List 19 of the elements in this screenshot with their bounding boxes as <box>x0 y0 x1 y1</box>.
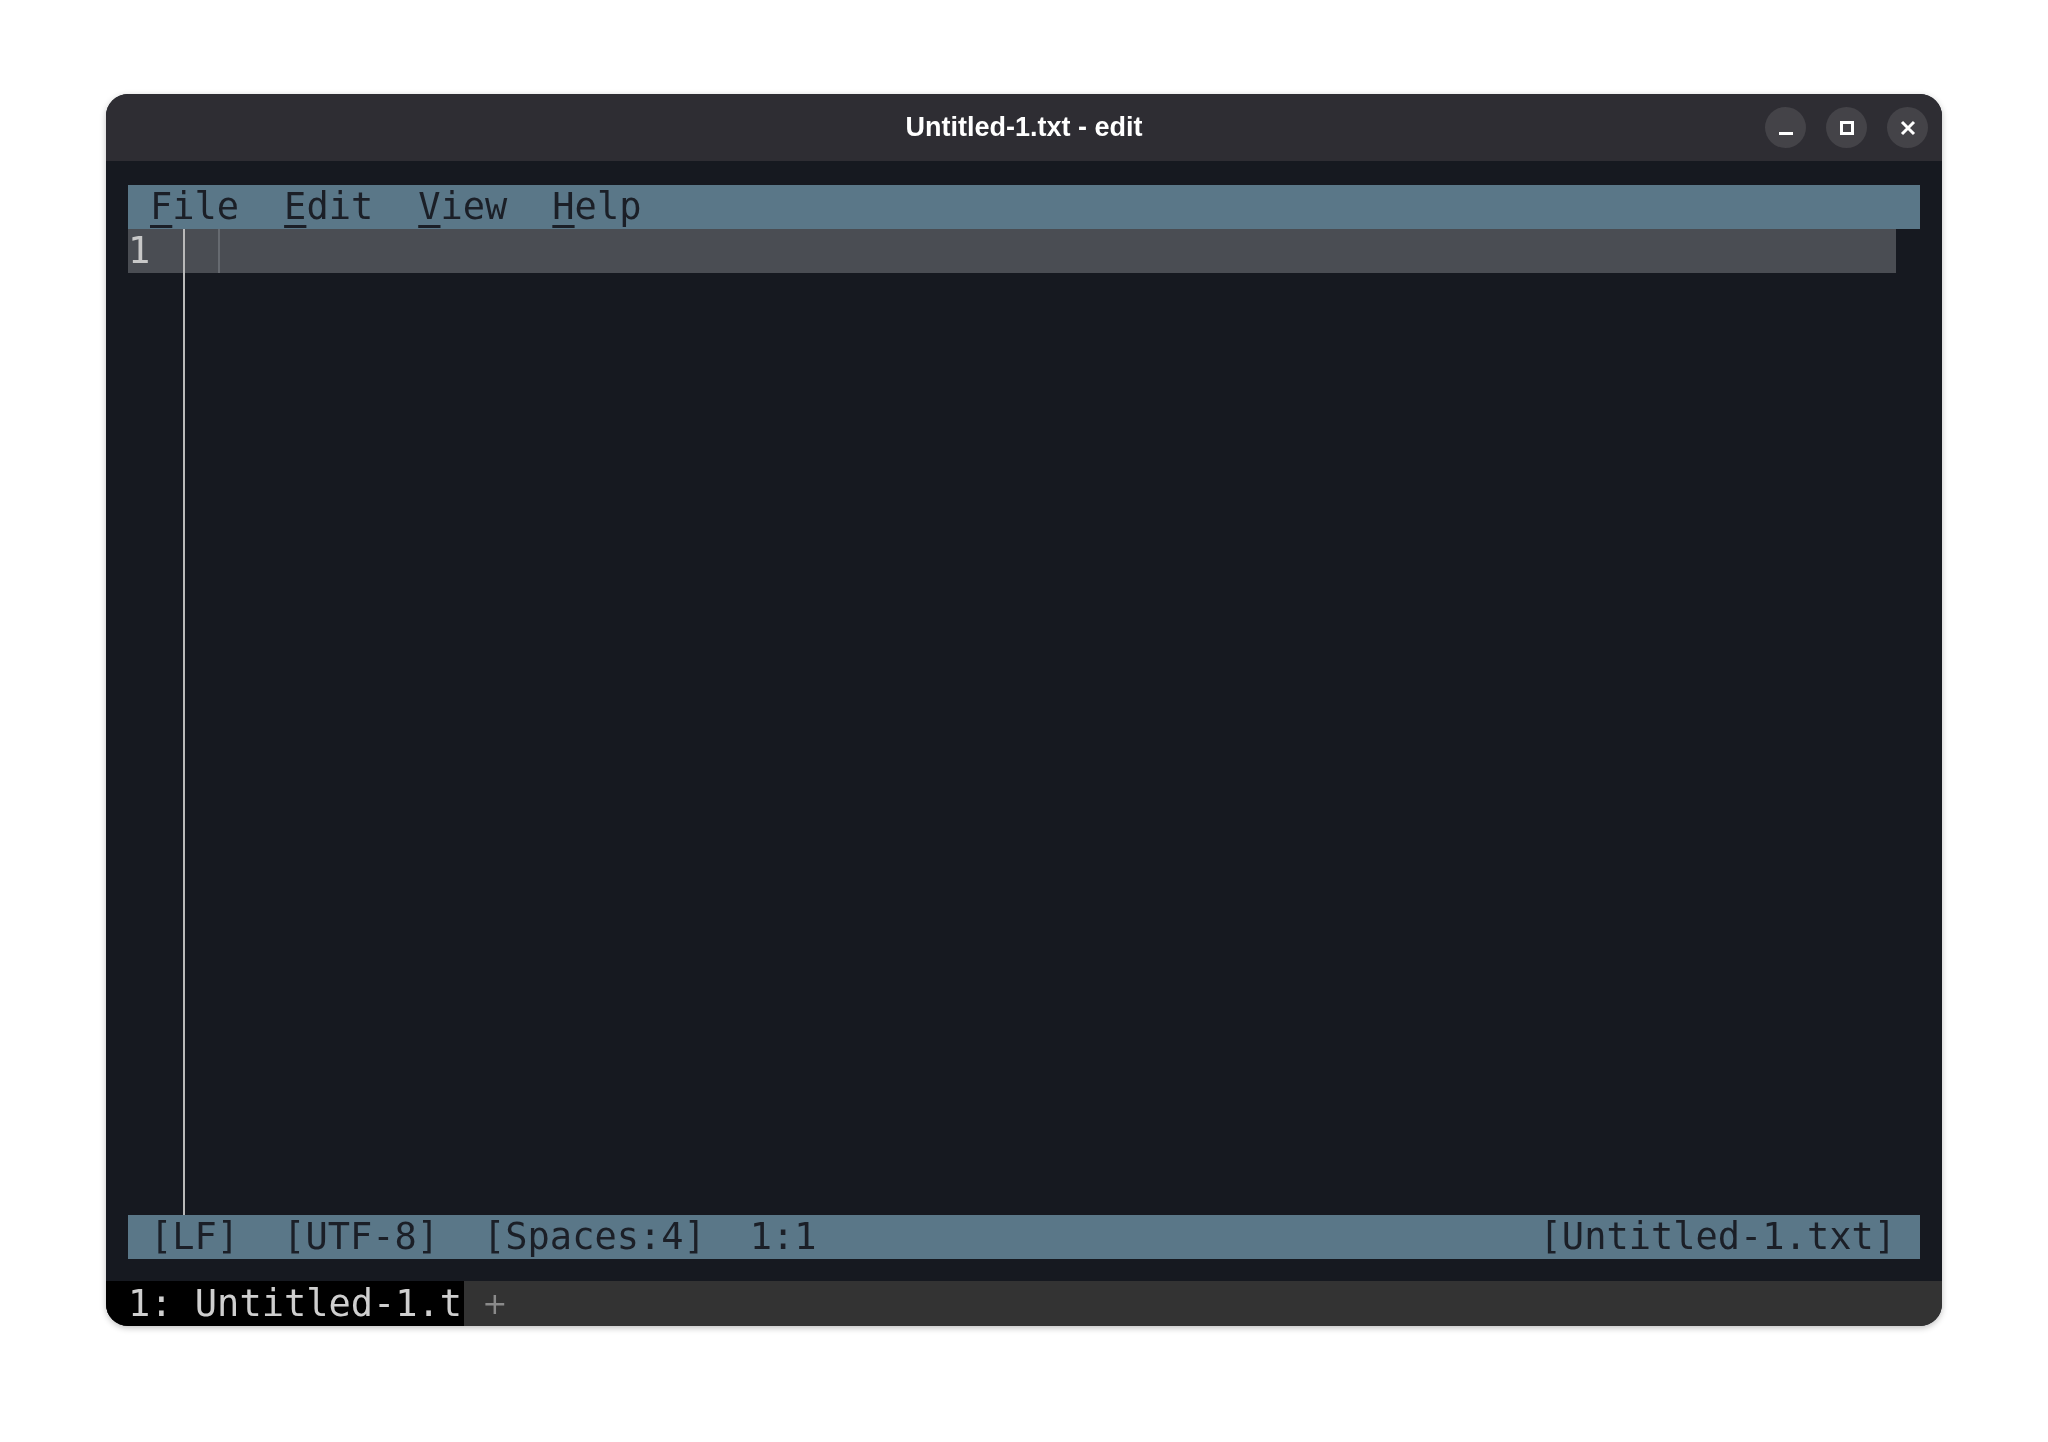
status-item: [UTF-8] <box>283 1215 440 1259</box>
menu-item[interactable]: File <box>144 185 246 229</box>
file-tab[interactable]: 1: Untitled-1.t <box>106 1281 465 1326</box>
menu-item[interactable]: Edit <box>278 185 380 229</box>
minimize-icon <box>1778 132 1793 135</box>
line-number: 1 <box>128 229 183 273</box>
menu-item[interactable]: View <box>412 185 514 229</box>
close-icon <box>1899 119 1916 136</box>
maximize-button[interactable] <box>1826 107 1867 148</box>
file-name: [Untitled-1.txt] <box>1539 1215 1896 1259</box>
menu-item[interactable]: Help <box>546 185 648 229</box>
close-button[interactable] <box>1887 107 1928 148</box>
maximize-icon <box>1839 120 1854 135</box>
new-tab-button[interactable]: + <box>482 1288 508 1319</box>
status-item: [Spaces:4] <box>483 1215 706 1259</box>
minimize-button[interactable] <box>1765 107 1806 148</box>
status-item: [LF] <box>150 1215 240 1259</box>
status-item: 1:1 <box>749 1215 817 1259</box>
window-title: Untitled-1.txt - edit <box>905 112 1143 143</box>
